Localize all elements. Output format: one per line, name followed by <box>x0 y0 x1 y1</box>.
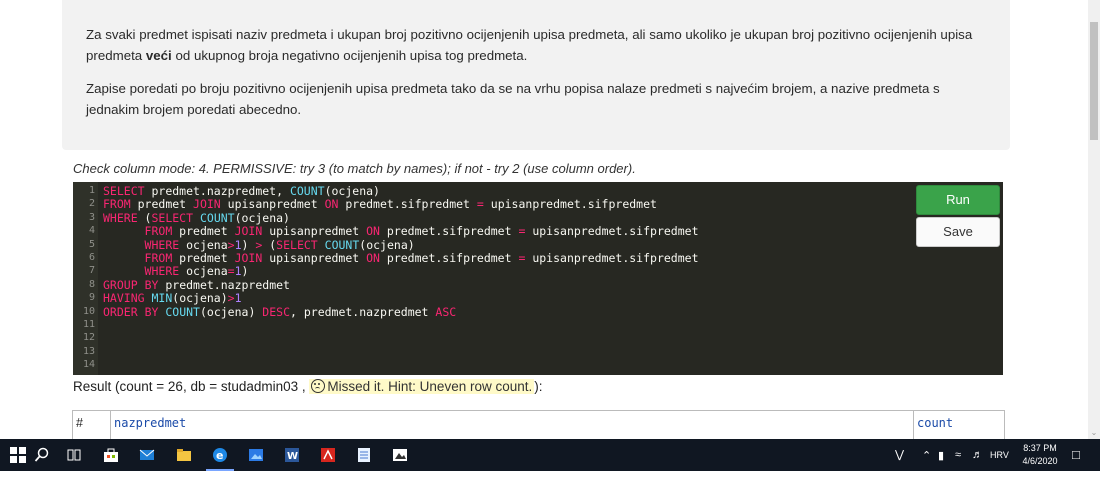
line-number: 7 <box>88 265 95 277</box>
line-number: 2 <box>88 198 95 210</box>
wifi-icon[interactable]: ≈ <box>955 449 961 481</box>
people-icon[interactable]: ⋁ <box>895 448 904 480</box>
clock-date: 4/6/2020 <box>1022 456 1058 466</box>
scrollbar-thumb[interactable] <box>1090 22 1098 140</box>
windows-taskbar: e W ⋁ ⌃ ▮ ≈ ♬ HRV 8:37 PM 4/6/2020 □ <box>0 439 1100 471</box>
result-table-header: # nazpredmet count <box>72 410 1005 440</box>
svg-text:e: e <box>216 449 223 462</box>
line-number: 9 <box>88 292 95 304</box>
column-header-nazpredmet[interactable]: nazpredmet <box>111 411 914 440</box>
line-number: 8 <box>88 278 95 290</box>
line-number: 13 <box>82 345 95 357</box>
scroll-down-arrow-icon[interactable]: ⌄ <box>1090 429 1098 437</box>
hint-text: Missed it. Hint: Uneven row count. <box>327 379 533 394</box>
battery-icon[interactable]: ▮ <box>938 449 944 481</box>
line-number: 11 <box>82 319 95 330</box>
code-line[interactable]: WHERE ocjena=1) <box>103 264 249 278</box>
sad-face-icon <box>311 379 326 393</box>
image-viewer-icon[interactable] <box>392 447 408 463</box>
task-paragraph-1: Za svaki predmet ispisati naziv predmeta… <box>86 24 976 66</box>
line-number: 12 <box>82 332 95 344</box>
line-number: 3 <box>88 211 95 223</box>
line-number: 14 <box>82 359 95 371</box>
acrobat-icon[interactable] <box>320 447 336 463</box>
line-number: 1 <box>88 185 95 196</box>
show-hidden-icons-icon[interactable]: ⌃ <box>922 449 931 481</box>
task-view-icon[interactable] <box>66 447 82 463</box>
code-line[interactable]: SELECT predmet.nazpredmet, COUNT(ocjena) <box>103 184 380 198</box>
code-line[interactable]: HAVING MIN(ocjena)>1 <box>103 291 242 305</box>
search-icon[interactable] <box>34 447 50 463</box>
clock-time: 8:37 PM <box>1023 443 1057 453</box>
code-line[interactable]: FROM predmet JOIN upisanpredmet ON predm… <box>103 197 657 211</box>
line-number: 5 <box>88 238 95 250</box>
column-header-index: # <box>73 411 111 440</box>
task-bold-word: veći <box>145 48 172 63</box>
mail-icon[interactable] <box>139 447 155 463</box>
result-prefix: Result (count = 26, db = studadmin03 , <box>73 379 310 394</box>
word-icon[interactable]: W <box>284 447 300 463</box>
sql-code-editor[interactable]: 1 2 3 4 5 6 7 8 9 10 11 12 13 14 SELECT predmet.nazpr… <box>73 182 1003 375</box>
line-number: 6 <box>88 252 95 263</box>
edge-icon[interactable]: e <box>212 447 228 463</box>
windows-icon[interactable] <box>10 447 26 463</box>
code-line[interactable]: GROUP BY predmet.nazpredmet <box>103 278 290 292</box>
line-number-gutter: 1 2 3 4 5 6 7 8 9 10 11 12 13 14 <box>73 182 98 375</box>
code-line[interactable]: ORDER BY COUNT(ocjena) DESC, predmet.naz… <box>103 305 456 319</box>
volume-icon[interactable]: ♬ <box>972 449 983 481</box>
line-number: 4 <box>88 225 95 237</box>
store-icon[interactable] <box>103 447 119 463</box>
system-clock[interactable]: 8:37 PM 4/6/2020 <box>1018 442 1062 468</box>
notifications-icon[interactable]: □ <box>1072 447 1080 479</box>
run-button[interactable]: Run <box>916 185 1000 215</box>
code-line[interactable]: FROM predmet JOIN upisanpredmet ON predm… <box>103 251 699 265</box>
code-line[interactable]: WHERE (SELECT COUNT(ocjena) <box>103 211 290 225</box>
svg-text:W: W <box>287 451 298 462</box>
file-explorer-icon[interactable] <box>176 447 192 463</box>
line-number: 10 <box>82 305 95 317</box>
vertical-scrollbar[interactable]: ⌄ <box>1088 0 1100 439</box>
photos-icon[interactable] <box>248 447 264 463</box>
notepad-icon[interactable] <box>356 447 372 463</box>
save-button[interactable]: Save <box>916 217 1000 247</box>
task-text: od ukupnog broja negativno ocijenjenih u… <box>171 48 528 63</box>
hint-badge: Missed it. Hint: Uneven row count. <box>309 379 535 394</box>
check-column-mode: Check column mode: 4. PERMISSIVE: try 3 … <box>73 161 636 176</box>
code-line[interactable]: WHERE ocjena>1) > (SELECT COUNT(ocjena) <box>103 238 415 252</box>
result-suffix: ): <box>534 379 543 394</box>
task-description: Za svaki predmet ispisati naziv predmeta… <box>62 0 1010 150</box>
task-paragraph-2: Zapise poredati po broju pozitivno ocije… <box>86 81 940 117</box>
result-summary: Result (count = 26, db = studadmin03 , M… <box>73 379 543 394</box>
language-indicator[interactable]: HRV <box>990 450 1009 482</box>
code-line[interactable]: FROM predmet JOIN upisanpredmet ON predm… <box>103 224 699 238</box>
column-header-count[interactable]: count <box>914 411 1004 440</box>
